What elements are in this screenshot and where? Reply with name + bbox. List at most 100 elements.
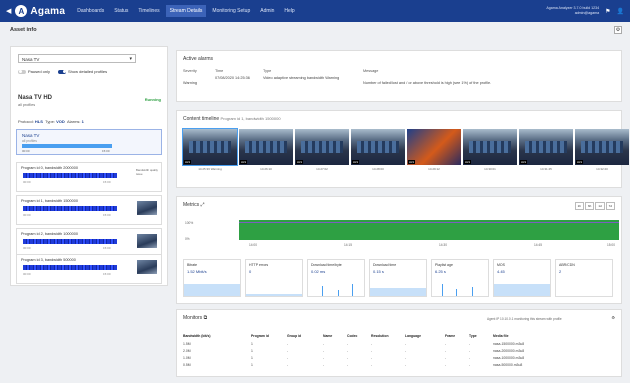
program-bar [23,265,117,270]
back-arrow-icon[interactable]: ◀ [6,7,11,15]
thumbnail-image: HLS [519,129,573,165]
settings-icon[interactable]: ⚙ [611,315,615,320]
program-start: 00:00 [23,272,31,276]
table-cell: nasa-500000.m3u8 [493,363,523,367]
alarm-message: Number of failed/lost and / or above thr… [363,81,492,85]
thumbnail-caption: 14:26:10 [260,167,272,171]
table-row[interactable]: 1.0M 1 - - - - - - - nasa-1000000.m3u8 [183,356,583,360]
metric-card-download-time[interactable]: Download time 0.15 s [369,259,427,297]
program-title: Program id 2, bandwidth 1000000 [21,232,78,236]
account-line-2: admin@agama [574,11,600,15]
nav-help[interactable]: Help [280,5,298,17]
table-cell: - [445,363,447,367]
asset-select-value: Nasa TV [22,57,40,62]
table-row[interactable]: 2.0M 1 - - - - - - - nasa-2000000.m3u8 [183,349,583,353]
gear-icon[interactable]: ⚙ [614,26,622,34]
monitors-header-row: Bandwidth (bit/s) Program id Group id Name C… [183,334,583,338]
summary-card[interactable]: Nasa TV all profiles 00:00 15:00 [16,129,162,155]
x-tick: 14:15 [344,243,352,247]
metric-value: 2 [559,269,562,274]
table-row[interactable]: 0.5M 1 - - - - - - - nasa-500000.m3u8 [183,363,583,367]
metrics-title: Metrics ⤢ [183,202,205,208]
x-tick: 14:00 [249,243,257,247]
alarms-col-time: Time [215,69,224,73]
thumbnail[interactable]: HLS 14:27:02 [295,129,349,171]
program-bar [23,239,117,244]
alarms-col-message: Message [363,69,379,73]
thumbnail-badge: HLS [296,160,304,164]
thumbnail[interactable]: HLS 14:30:01 [463,129,517,171]
active-alarms-panel: Active alarms Severity Time Type Message… [176,50,622,102]
program-card[interactable]: Program id 1, bandwidth 1500000 00:00 15… [16,195,162,225]
range-1d-button[interactable]: 1d [595,202,605,210]
range-7d-button[interactable]: 7d [605,202,615,210]
column-header: Resolution [371,334,389,338]
thumbnail-image: HLS [407,129,461,165]
column-header: Group id [287,334,302,338]
nav-status[interactable]: Status [110,5,132,17]
thumbnail[interactable]: HLS 14:28:00 [351,129,405,171]
table-cell: 1.0M [183,356,191,360]
nav-admin[interactable]: Admin [256,5,278,17]
nav-timelines[interactable]: Timelines [134,5,163,17]
metric-card-mos[interactable]: MOS 4.45 [493,259,551,297]
alarms-col-severity: Severity [183,69,197,73]
program-title: Program id 3, bandwidth 500000 [21,258,76,262]
thumbnail-image: HLS [351,129,405,165]
thumbnail-caption: 14:30:01 [484,167,496,171]
availability-chart[interactable] [239,220,619,240]
expand-icon[interactable]: ⤢ [201,202,205,208]
user-icon[interactable]: 👤 [617,8,624,15]
thumbnail-caption: 14:27:02 [316,167,328,171]
toggle-details[interactable]: Show detailed profiles [58,69,107,74]
timeline-title: Content timeline Program id 1, bandwidth… [183,116,281,122]
metric-card-playlist-age[interactable]: Playlist age 6.25 s [431,259,489,297]
toggle-paused-switch[interactable] [18,69,26,74]
nav-dashboards[interactable]: Dashboards [73,5,108,17]
summary-bar [22,144,112,148]
thumbnail[interactable]: HLS 14:29:12 [407,129,461,171]
table-cell: - [371,356,373,360]
table-cell: 1.5M [183,342,191,346]
metric-card-download-time-byte[interactable]: Download time/byte 0.02 ms [307,259,365,297]
flag-icon[interactable]: ⚑ [605,8,610,15]
table-row[interactable]: 1.5M 1 - - - - - - - nasa-1500000.m3u8 [183,342,583,346]
asset-select[interactable]: Nasa TV ▾ [18,54,136,63]
range-1h-button[interactable]: 1h [574,202,584,210]
column-header: Name [323,334,333,338]
thumbnail[interactable]: HLS 14:25:36 Warning [182,128,238,171]
table-cell: 1 [251,342,253,346]
alarms-label: Alarms: [66,119,81,124]
metric-card-abr-cdn[interactable]: ABR/CDN 2 [555,259,613,297]
metric-card-http-errors[interactable]: HTTP errors 0 [245,259,303,297]
program-card[interactable]: Program id 0, bandwidth 2000000 00:00 15… [16,162,162,192]
thumbnail-badge: HLS [240,160,248,164]
nav-stream-details[interactable]: Stream Details [165,5,207,17]
toggle-paused[interactable]: Paused only [18,69,50,74]
thumbnail-image: HLS [463,129,517,165]
metric-card-bitrate[interactable]: Bitrate 1.52 Mbit/s [183,259,241,297]
table-cell: - [405,349,407,353]
range-6h-button[interactable]: 6h [584,202,595,210]
column-header: Type [469,334,477,338]
table-cell: - [469,356,471,360]
program-end: 15:00 [103,213,111,217]
protocol-value: HLS [34,119,43,124]
program-start: 00:00 [23,246,31,250]
table-cell: 0.5M [183,363,191,367]
nav-monitoring-setup[interactable]: Monitoring Setup [208,5,254,17]
logo[interactable]: A Agama [15,5,65,17]
program-thumbnail [137,201,157,215]
thumbnail[interactable]: HLS 14:32:20 [575,129,629,171]
table-cell: - [469,342,471,346]
copy-icon[interactable]: ⧉ [204,315,208,321]
main-nav: Dashboards Status Timelines Stream Detai… [73,5,298,17]
thumbnail[interactable]: HLS 14:31:45 [519,129,573,171]
thumbnail-image: HLS [239,129,293,165]
column-header: Frame [445,334,456,338]
toggle-details-switch[interactable] [58,69,67,74]
table-cell: - [347,356,349,360]
metric-spike [322,286,323,296]
program-card[interactable]: Program id 3, bandwidth 500000 00:00 15:… [16,254,162,284]
thumbnail[interactable]: HLS 14:26:10 [239,129,293,171]
